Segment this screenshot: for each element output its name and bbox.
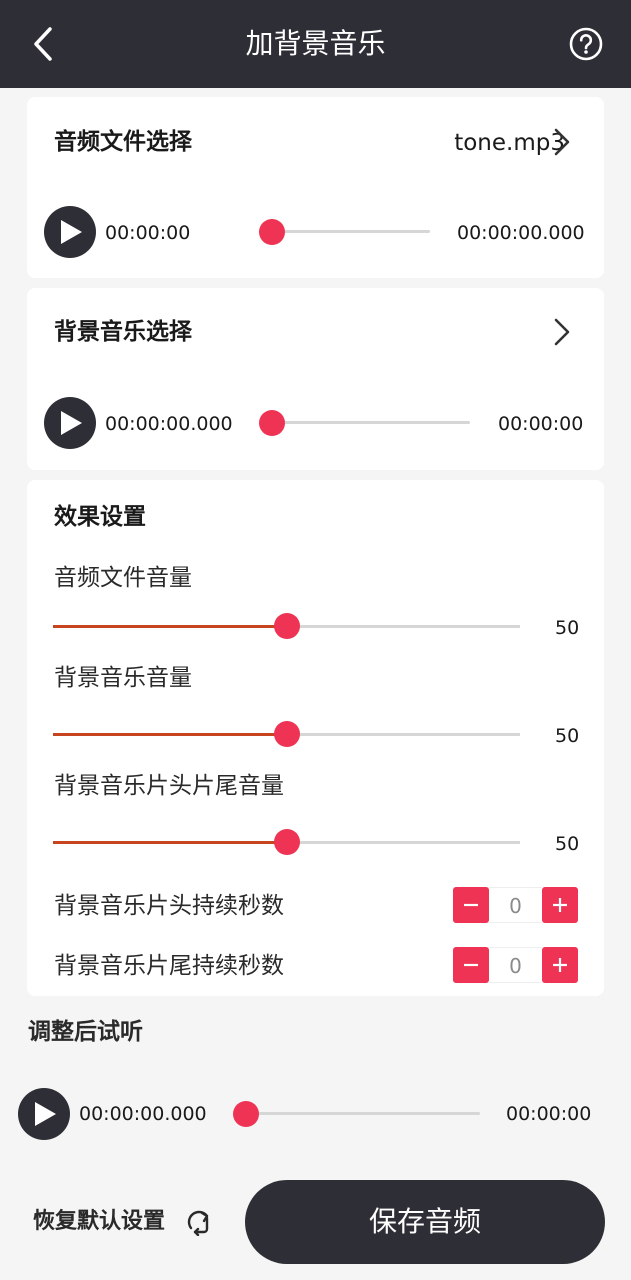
preview-title: 调整后试听 bbox=[28, 1019, 143, 1045]
background-music-card bbox=[27, 288, 604, 470]
head-seconds-stepper: 0 bbox=[453, 887, 578, 923]
preview-total-time: 00:00:00 bbox=[506, 1103, 592, 1125]
background-seek-knob[interactable] bbox=[259, 410, 285, 436]
audio-play-button[interactable] bbox=[44, 206, 96, 258]
head-seconds-label: 背景音乐片头持续秒数 bbox=[54, 893, 284, 919]
reset-defaults-button[interactable]: 恢复默认设置 bbox=[33, 1207, 165, 1237]
head-seconds-decrement-button[interactable] bbox=[453, 887, 489, 923]
audio-volume-label: 音频文件音量 bbox=[54, 565, 192, 591]
tail-seconds-stepper: 0 bbox=[453, 947, 578, 983]
background-music-label: 背景音乐选择 bbox=[54, 319, 192, 345]
page-title: 加背景音乐 bbox=[245, 27, 386, 60]
effects-title: 效果设置 bbox=[54, 504, 146, 530]
audio-volume-fill bbox=[53, 625, 287, 628]
plus-icon bbox=[553, 898, 567, 912]
tail-seconds-label: 背景音乐片尾持续秒数 bbox=[54, 953, 284, 979]
tail-seconds-input[interactable]: 0 bbox=[489, 947, 542, 983]
play-icon bbox=[35, 1102, 56, 1126]
play-icon bbox=[61, 411, 82, 435]
background-play-button[interactable] bbox=[44, 397, 96, 449]
background-current-time: 00:00:00.000 bbox=[105, 413, 233, 435]
fade-volume-value: 50 bbox=[555, 833, 580, 855]
chevron-right-icon[interactable] bbox=[552, 127, 572, 157]
audio-current-time: 00:00:00 bbox=[105, 222, 191, 244]
background-seek-track[interactable] bbox=[270, 421, 470, 424]
head-seconds-input[interactable]: 0 bbox=[489, 887, 542, 923]
bg-volume-value: 50 bbox=[555, 725, 580, 747]
audio-seek-track[interactable] bbox=[270, 230, 430, 233]
minus-icon bbox=[464, 963, 478, 967]
bg-volume-label: 背景音乐音量 bbox=[54, 665, 192, 691]
background-total-time: 00:00:00 bbox=[498, 413, 584, 435]
audio-seek-knob[interactable] bbox=[259, 219, 285, 245]
audio-volume-knob[interactable] bbox=[274, 613, 300, 639]
audio-volume-value: 50 bbox=[555, 617, 580, 639]
reset-icon[interactable] bbox=[185, 1208, 213, 1236]
tail-seconds-decrement-button[interactable] bbox=[453, 947, 489, 983]
plus-icon bbox=[553, 958, 567, 972]
top-bar: 加背景音乐 bbox=[0, 0, 631, 88]
bg-volume-knob[interactable] bbox=[274, 721, 300, 747]
selected-file-name[interactable]: tone.mp3 bbox=[454, 128, 565, 158]
preview-play-button[interactable] bbox=[18, 1088, 70, 1140]
fade-volume-fill bbox=[53, 841, 287, 844]
minus-icon bbox=[464, 903, 478, 907]
audio-total-time: 00:00:00.000 bbox=[457, 222, 585, 244]
bg-volume-fill bbox=[53, 733, 287, 736]
fade-volume-knob[interactable] bbox=[274, 829, 300, 855]
fade-volume-label: 背景音乐片头片尾音量 bbox=[54, 773, 284, 799]
preview-current-time: 00:00:00.000 bbox=[79, 1103, 207, 1125]
save-audio-button[interactable]: 保存音频 bbox=[245, 1180, 605, 1264]
audio-file-label: 音频文件选择 bbox=[54, 129, 192, 155]
preview-seek-track[interactable] bbox=[244, 1112, 480, 1115]
head-seconds-increment-button[interactable] bbox=[542, 887, 578, 923]
help-circle-icon[interactable] bbox=[569, 27, 603, 61]
play-icon bbox=[61, 220, 82, 244]
audio-file-card bbox=[27, 97, 604, 278]
tail-seconds-increment-button[interactable] bbox=[542, 947, 578, 983]
preview-seek-knob[interactable] bbox=[233, 1101, 259, 1127]
chevron-right-icon[interactable] bbox=[552, 317, 572, 347]
